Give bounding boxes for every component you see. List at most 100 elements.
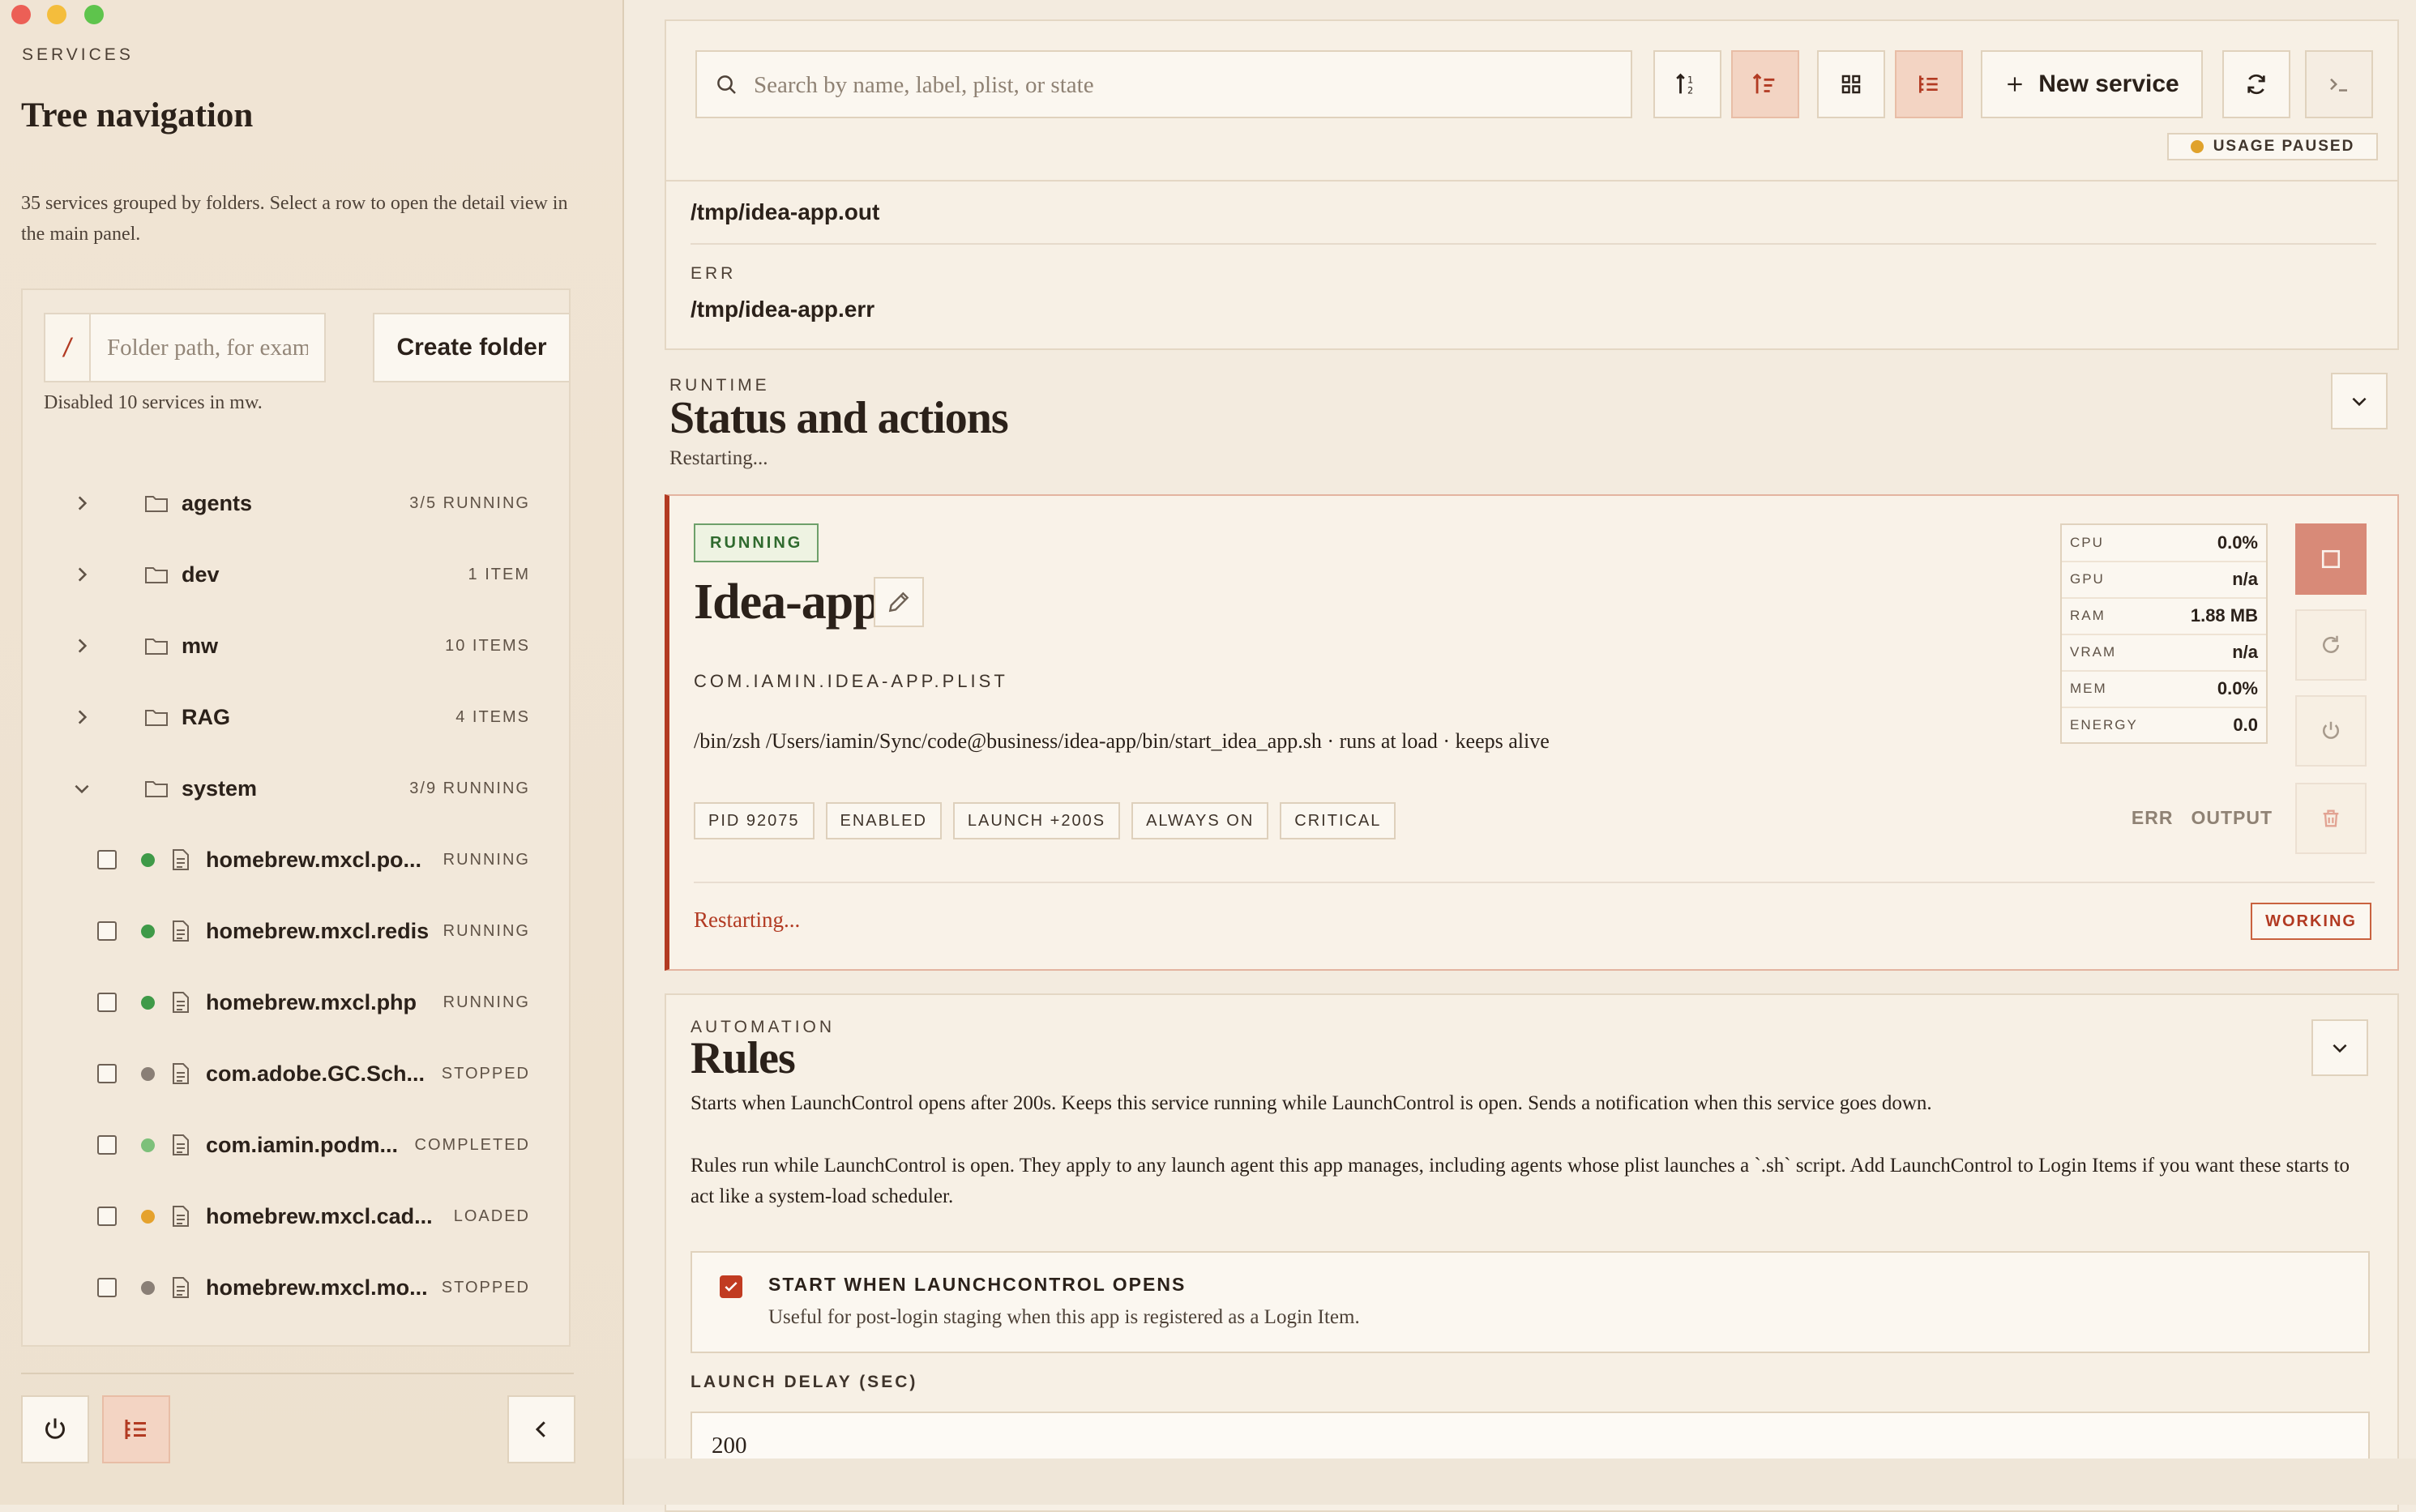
file-icon — [173, 849, 189, 870]
metrics-table: CPU 0.0% GPU n/a RAM 1.88 MB VRAM n/a MEM 0.0… — [2060, 523, 2268, 744]
chevron-down-icon[interactable] — [71, 778, 92, 799]
metric-name: GPU — [2070, 571, 2105, 587]
service-tags: PID 92075 ENABLED LAUNCH +200S ALWAYS ON… — [694, 802, 1396, 839]
service-name: Idea-app — [694, 574, 881, 630]
restart-button[interactable] — [2295, 609, 2367, 681]
metric-row-ram: RAM 1.88 MB — [2062, 598, 2266, 635]
error-path: /tmp/idea-app.err — [691, 297, 875, 322]
metric-value: 0.0% — [2217, 532, 2258, 553]
service-command: /bin/zsh /Users/iamin/Sync/code@business… — [694, 729, 1550, 753]
err-log-link[interactable]: ERR — [2132, 807, 2174, 829]
terminal-button[interactable] — [2305, 50, 2373, 118]
runtime-collapse-button[interactable] — [2331, 373, 2388, 429]
refresh-button[interactable] — [2222, 50, 2290, 118]
search-input[interactable] — [752, 52, 1614, 118]
folder-icon — [145, 639, 168, 655]
folder-path-input[interactable] — [91, 313, 326, 382]
metric-name: VRAM — [2070, 644, 2117, 660]
rules-note: Rules run while LaunchControl is open. T… — [691, 1155, 2350, 1207]
service-label: com.adobe.GC.Sch... — [206, 1061, 425, 1086]
chevron-right-icon[interactable] — [71, 493, 92, 514]
collapse-sidebar-button[interactable] — [507, 1395, 575, 1463]
folder-label: RAG — [182, 704, 230, 729]
service-footer-status: Restarting... — [694, 908, 801, 932]
start-on-open-checkbox[interactable] — [720, 1275, 742, 1298]
power-icon — [2323, 721, 2339, 739]
chevron-right-icon[interactable] — [71, 707, 92, 728]
folder-row-rag[interactable]: RAG 4 ITEMS — [23, 693, 569, 741]
new-service-button[interactable]: New service — [1981, 50, 2203, 118]
log-paths-card: /tmp/idea-app.out ERR /tmp/idea-app.err — [665, 162, 2399, 350]
status-dot — [141, 1066, 155, 1081]
output-path: /tmp/idea-app.out — [691, 199, 880, 224]
status-dot — [141, 924, 155, 938]
window-close-button[interactable] — [11, 5, 31, 24]
service-state: STOPPED — [441, 1064, 530, 1083]
chevron-right-icon[interactable] — [71, 635, 92, 656]
service-checkbox[interactable] — [97, 1278, 117, 1297]
tree-view-toggle[interactable] — [102, 1395, 170, 1463]
chevron-right-icon[interactable] — [71, 564, 92, 585]
stop-button[interactable] — [2295, 523, 2367, 595]
status-dot — [141, 1138, 155, 1152]
folder-row-dev[interactable]: dev 1 ITEM — [23, 550, 569, 599]
service-checkbox[interactable] — [97, 921, 117, 941]
sort-tree-button[interactable] — [1731, 50, 1799, 118]
service-checkbox[interactable] — [97, 993, 117, 1012]
sidebar-description: 35 services grouped by folders. Select a… — [21, 193, 568, 245]
service-row[interactable]: com.adobe.GC.Sch... STOPPED — [23, 1049, 569, 1098]
rename-button[interactable] — [874, 577, 924, 627]
service-row[interactable]: homebrew.mxcl.cad... LOADED — [23, 1192, 569, 1241]
pencil-icon — [888, 592, 909, 613]
service-label: homebrew.mxcl.cad... — [206, 1203, 433, 1228]
tree-view-button[interactable] — [1895, 50, 1963, 118]
service-checkbox[interactable] — [97, 1064, 117, 1083]
terminal-icon — [2330, 78, 2347, 92]
tree-view-icon — [1919, 75, 1938, 93]
sort-az-icon: 12 — [1676, 73, 1693, 96]
unload-button[interactable] — [2295, 695, 2367, 767]
output-log-link[interactable]: OUTPUT — [2191, 807, 2273, 829]
sidebar-title: Tree navigation — [21, 96, 254, 135]
pid-tag: PID 92075 — [694, 802, 815, 839]
rules-title: Rules — [691, 1033, 796, 1083]
metric-value: 1.88 MB — [2190, 605, 2258, 626]
chevron-down-icon — [2333, 1044, 2347, 1053]
folder-label: system — [182, 775, 258, 801]
grid-view-button[interactable] — [1817, 50, 1885, 118]
folder-meta: 3/9 RUNNING — [409, 779, 530, 797]
metric-row-cpu: CPU 0.0% — [2062, 525, 2266, 562]
window-minimize-button[interactable] — [47, 5, 66, 24]
service-row[interactable]: homebrew.mxcl.php RUNNING — [23, 978, 569, 1027]
service-row[interactable]: homebrew.mxcl.po... RUNNING — [23, 835, 569, 884]
metric-value: 0.0 — [2233, 715, 2258, 735]
sort-alpha-button[interactable]: 12 — [1653, 50, 1721, 118]
sidebar: SERVICES Tree navigation 35 services gro… — [0, 0, 624, 1505]
rules-collapse-button[interactable] — [2311, 1019, 2368, 1076]
power-button[interactable] — [21, 1395, 89, 1463]
folder-label: agents — [182, 490, 253, 515]
service-checkbox[interactable] — [97, 850, 117, 869]
service-row[interactable]: com.iamin.podm... COMPLETED — [23, 1121, 569, 1169]
folder-row-mw[interactable]: mw 10 ITEMS — [23, 621, 569, 670]
create-folder-button[interactable]: Create folder — [373, 313, 569, 382]
folder-row-agents[interactable]: agents 3/5 RUNNING — [23, 479, 569, 527]
service-row[interactable]: homebrew.mxcl.redis RUNNING — [23, 907, 569, 955]
folder-row-system[interactable]: system 3/9 RUNNING — [23, 764, 569, 813]
search-box[interactable] — [695, 50, 1632, 118]
start-on-open-option: START WHEN LAUNCHCONTROL OPENS Useful fo… — [691, 1251, 2370, 1353]
power-icon — [45, 1418, 65, 1439]
stop-icon — [2321, 549, 2341, 569]
runtime-subtitle: Restarting... — [669, 447, 768, 469]
usage-status-dot — [2190, 140, 2204, 153]
service-row[interactable]: homebrew.mxcl.mo... STOPPED — [23, 1263, 569, 1312]
service-checkbox[interactable] — [97, 1207, 117, 1226]
main-panel: 12 New service USAGE PAUSED /tmp/idea-ap… — [624, 0, 2416, 1512]
folder-status-message: Disabled 10 services in mw. — [44, 392, 263, 413]
service-checkbox[interactable] — [97, 1135, 117, 1155]
delete-button[interactable] — [2295, 783, 2367, 854]
service-state: RUNNING — [443, 921, 530, 940]
window-zoom-button[interactable] — [84, 5, 104, 24]
service-state: COMPLETED — [414, 1135, 530, 1154]
chevron-left-icon — [535, 1421, 545, 1437]
